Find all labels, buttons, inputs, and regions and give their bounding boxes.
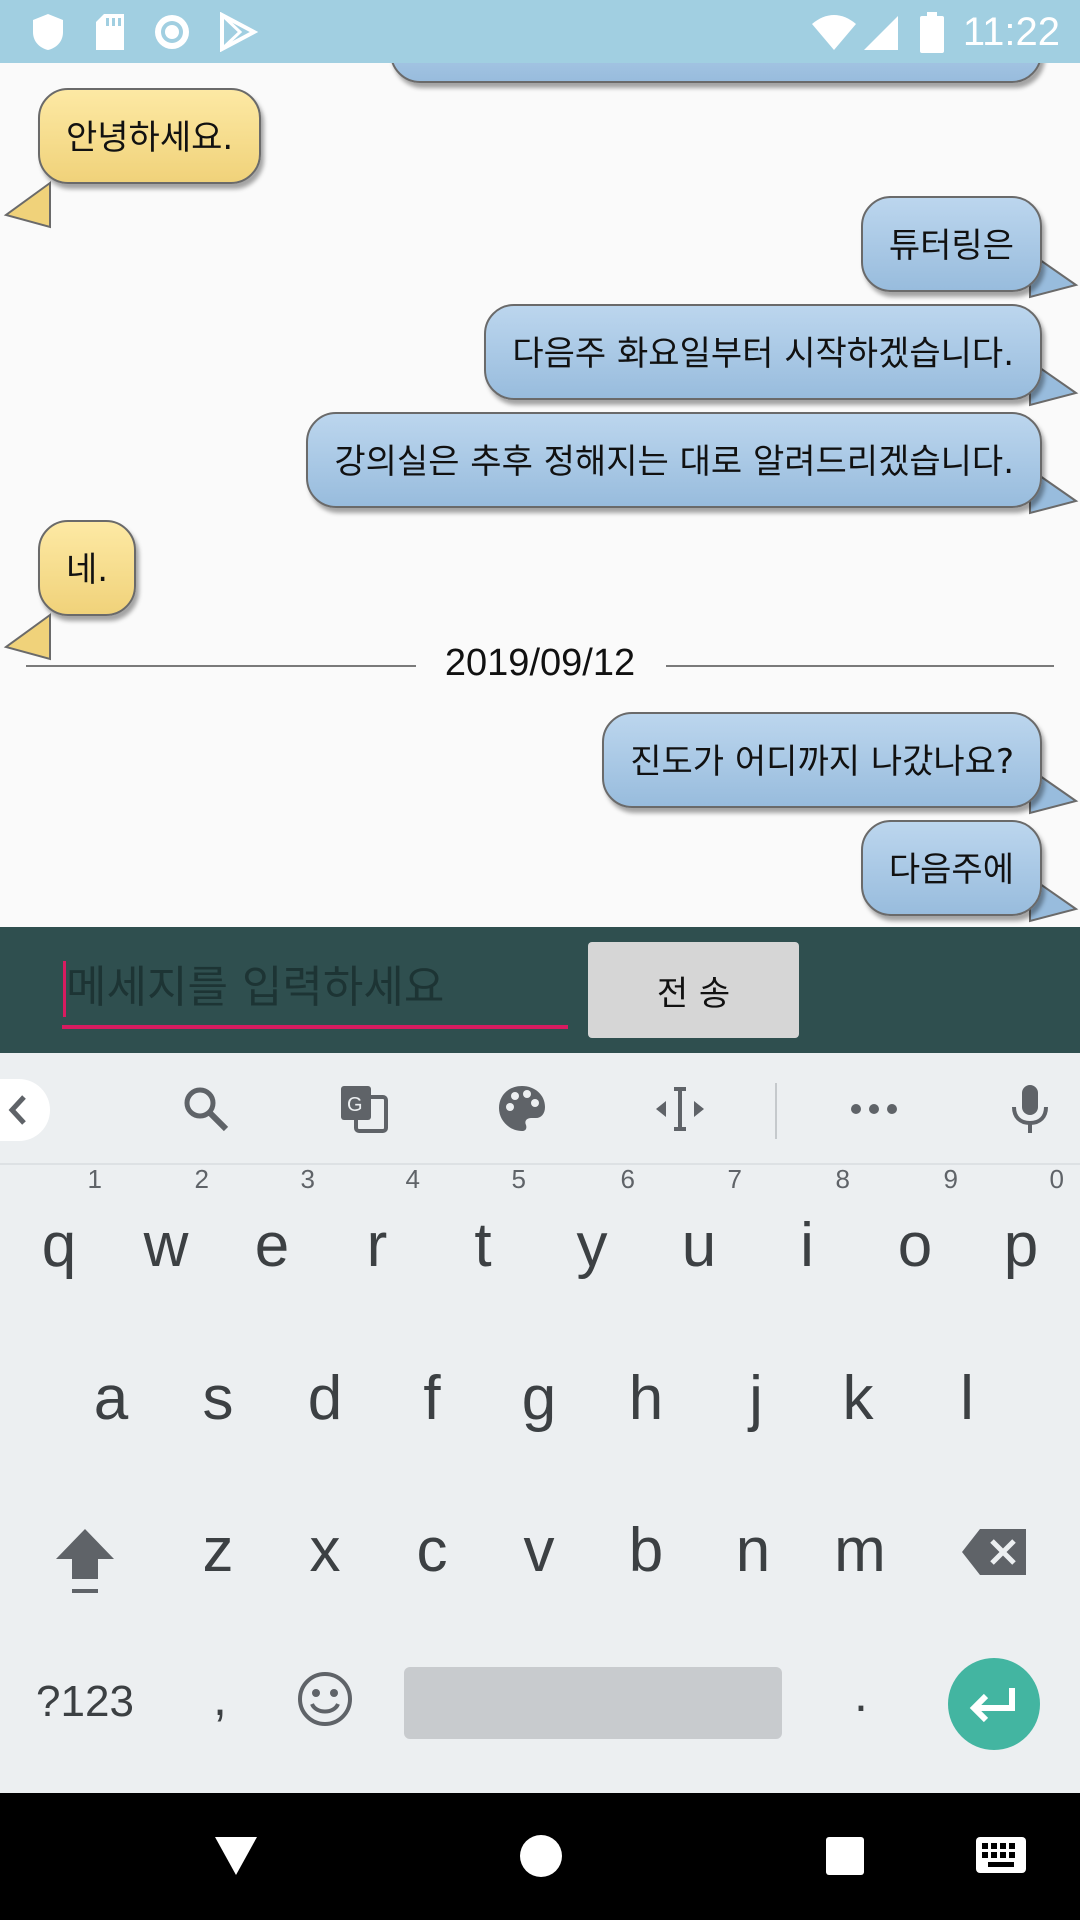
- sd-card-icon: [96, 14, 124, 50]
- key-a[interactable]: a: [66, 1363, 156, 1434]
- key-k[interactable]: k: [813, 1363, 903, 1434]
- key-d[interactable]: d: [280, 1363, 370, 1434]
- svg-text:G: G: [347, 1094, 363, 1116]
- key-u[interactable]: u7: [654, 1164, 744, 1281]
- shield-icon: [33, 14, 63, 50]
- key-o[interactable]: o9: [870, 1164, 960, 1281]
- key-q[interactable]: q1: [14, 1164, 104, 1281]
- keyboard-toolbar: G: [0, 1053, 1080, 1165]
- wifi-icon: [812, 15, 856, 50]
- message-text: 진도가 어디까지 나갔나요?: [630, 742, 1014, 782]
- text-cursor-icon[interactable]: [654, 1083, 706, 1135]
- emoji-icon[interactable]: [296, 1670, 354, 1728]
- message-text: 강의실은 추후 정해지는 대로 알려드리겠습니다.: [334, 442, 1014, 482]
- key-r[interactable]: r4: [332, 1164, 422, 1281]
- key-p[interactable]: p0: [976, 1164, 1066, 1281]
- key-m[interactable]: m: [815, 1515, 905, 1586]
- chat-bubble-outgoing[interactable]: 다음주에: [860, 820, 1042, 916]
- message-text: 다음주에: [888, 850, 1014, 890]
- key-z[interactable]: z: [173, 1515, 263, 1586]
- enter-icon: [969, 1688, 1015, 1723]
- key-f[interactable]: f: [387, 1363, 477, 1434]
- key-j[interactable]: j: [711, 1363, 801, 1434]
- message-text: 다음주 화요일부터 시작하겠습니다.: [512, 334, 1014, 374]
- message-text: 안녕하세요.: [66, 118, 234, 158]
- status-bar: 11:22: [0, 0, 1080, 63]
- mic-icon[interactable]: [1004, 1083, 1056, 1135]
- chat-bubble-partial: [390, 63, 1042, 83]
- key-g[interactable]: g: [494, 1363, 584, 1434]
- text-caret: [63, 961, 66, 1017]
- shift-icon[interactable]: [52, 1523, 118, 1597]
- comma-key[interactable]: ,: [175, 1669, 265, 1727]
- key-w[interactable]: w2: [121, 1164, 211, 1281]
- send-button[interactable]: 전 송: [588, 942, 799, 1038]
- key-b[interactable]: b: [601, 1515, 691, 1586]
- play-store-icon: [220, 12, 258, 52]
- chat-bubble-outgoing[interactable]: 다음주 화요일부터 시작하겠습니다.: [484, 304, 1042, 400]
- status-time: 11:22: [962, 10, 1060, 54]
- backspace-icon[interactable]: [960, 1527, 1030, 1577]
- bubble-tail: [3, 181, 51, 229]
- signal-icon: [864, 16, 898, 50]
- home-circle-icon[interactable]: [518, 1833, 564, 1879]
- sync-circle-icon: [155, 15, 189, 49]
- key-e[interactable]: e3: [227, 1164, 317, 1281]
- palette-icon[interactable]: [496, 1083, 548, 1135]
- message-input[interactable]: [62, 949, 568, 1029]
- date-label: 2019/09/12: [444, 642, 636, 684]
- key-l[interactable]: l: [922, 1363, 1012, 1434]
- chat-bubble-incoming[interactable]: 안녕하세요.: [38, 88, 262, 184]
- key-y[interactable]: y6: [547, 1164, 637, 1281]
- toolbar-divider: [775, 1083, 777, 1139]
- date-separator: 2019/09/12: [26, 623, 1054, 693]
- chat-bubble-incoming[interactable]: 네.: [38, 520, 137, 616]
- translate-icon[interactable]: G: [338, 1083, 390, 1135]
- key-t[interactable]: t5: [438, 1164, 528, 1281]
- key-c[interactable]: c: [387, 1515, 477, 1586]
- back-icon: [8, 1095, 26, 1125]
- message-text: 네.: [66, 550, 109, 590]
- period-key[interactable]: .: [816, 1665, 906, 1723]
- keyboard-switch-icon[interactable]: [974, 1833, 1028, 1879]
- chat-bubble-outgoing[interactable]: 강의실은 추후 정해지는 대로 알려드리겠습니다.: [306, 412, 1042, 508]
- chat-area[interactable]: 안녕하세요. 튜터링은 다음주 화요일부터 시작하겠습니다. 강의실은 추후 정…: [0, 63, 1080, 927]
- back-triangle-icon[interactable]: [213, 1833, 259, 1879]
- search-icon[interactable]: [180, 1083, 232, 1135]
- chat-bubble-outgoing[interactable]: 튜터링은: [860, 196, 1042, 292]
- toolbar-back-button[interactable]: [0, 1079, 50, 1141]
- more-icon[interactable]: [848, 1083, 900, 1135]
- key-n[interactable]: n: [708, 1515, 798, 1586]
- key-x[interactable]: x: [280, 1515, 370, 1586]
- key-s[interactable]: s: [173, 1363, 263, 1434]
- recents-square-icon[interactable]: [824, 1835, 866, 1877]
- battery-icon: [920, 12, 944, 53]
- enter-key[interactable]: [948, 1658, 1040, 1750]
- symbols-key[interactable]: ?123: [22, 1677, 148, 1727]
- navigation-bar: [0, 1793, 1080, 1920]
- message-text: 튜터링은: [888, 226, 1014, 266]
- message-input-bar: 전 송: [0, 927, 1080, 1053]
- key-v[interactable]: v: [494, 1515, 584, 1586]
- key-h[interactable]: h: [601, 1363, 691, 1434]
- space-key[interactable]: [404, 1667, 782, 1739]
- chat-bubble-outgoing[interactable]: 진도가 어디까지 나갔나요?: [602, 712, 1042, 808]
- key-i[interactable]: i8: [762, 1164, 852, 1281]
